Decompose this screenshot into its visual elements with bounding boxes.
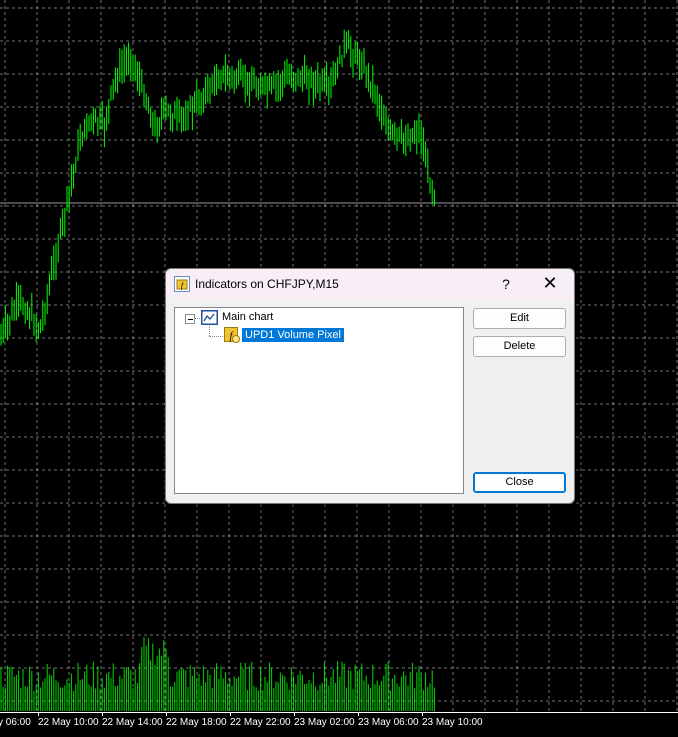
close-icon[interactable]: ✕ bbox=[532, 269, 568, 299]
time-axis-tick bbox=[38, 713, 39, 716]
collapse-icon[interactable] bbox=[185, 314, 195, 324]
time-axis-tick bbox=[230, 713, 231, 716]
time-axis-tick bbox=[294, 713, 295, 716]
time-axis-label: 22 May 18:00 bbox=[166, 717, 227, 728]
time-axis-label: 22 May 14:00 bbox=[102, 717, 163, 728]
time-axis-label: 23 May 10:00 bbox=[422, 717, 483, 728]
time-axis-label: 23 May 06:00 bbox=[358, 717, 419, 728]
time-axis-tick bbox=[102, 713, 103, 716]
delete-button[interactable]: Delete bbox=[473, 336, 566, 357]
time-axis-tick bbox=[422, 713, 423, 716]
time-axis-label: 23 May 02:00 bbox=[294, 717, 355, 728]
time-axis-tick bbox=[358, 713, 359, 716]
indicators-icon: f bbox=[174, 276, 190, 292]
close-button[interactable]: Close bbox=[473, 472, 566, 493]
tree-connector bbox=[195, 318, 200, 319]
time-axis-label: 22 May 22:00 bbox=[230, 717, 291, 728]
edit-button[interactable]: Edit bbox=[473, 308, 566, 329]
time-axis: y 06:00 22 May 10:00 22 May 14:00 22 May 18… bbox=[0, 712, 678, 737]
tree-connector bbox=[209, 336, 223, 337]
tree-item-indicator[interactable]: UPD1 Volume Pixel bbox=[242, 328, 344, 342]
indicators-dialog: f Indicators on CHFJPY,M15 ? ✕ Main char… bbox=[165, 268, 575, 504]
time-axis-tick bbox=[166, 713, 167, 716]
chart-window-icon bbox=[201, 310, 218, 325]
time-axis-label: y 06:00 bbox=[0, 717, 31, 728]
dialog-titlebar[interactable]: f Indicators on CHFJPY,M15 ? ✕ bbox=[166, 269, 574, 299]
tree-connector bbox=[209, 324, 210, 336]
dialog-title: Indicators on CHFJPY,M15 bbox=[195, 277, 339, 291]
tree-item-main-chart[interactable]: Main chart bbox=[222, 311, 273, 323]
help-button[interactable]: ? bbox=[488, 269, 524, 299]
custom-indicator-icon: f bbox=[224, 327, 240, 343]
indicators-tree[interactable]: Main chart f UPD1 Volume Pixel bbox=[174, 307, 464, 494]
time-axis-label: 22 May 10:00 bbox=[38, 717, 99, 728]
